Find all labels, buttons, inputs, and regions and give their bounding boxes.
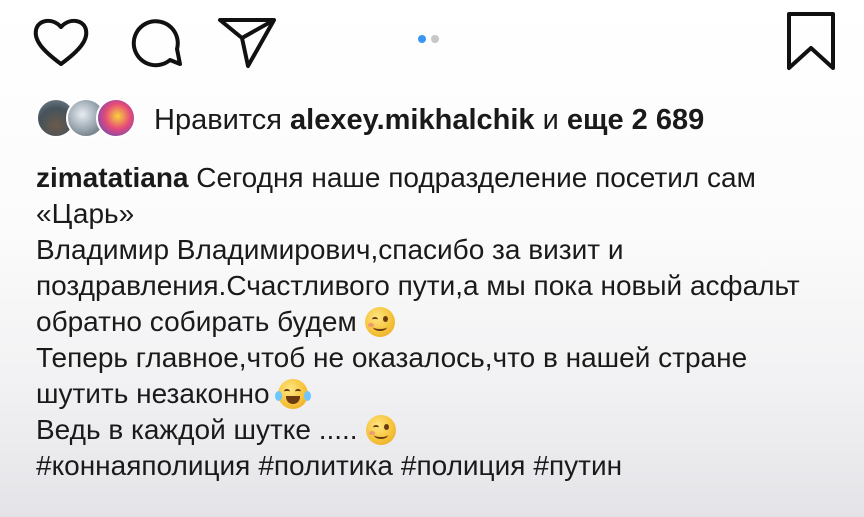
carousel-dot (431, 35, 439, 43)
liker-avatars[interactable] (36, 98, 140, 142)
caption-author[interactable]: zimatatiana (36, 162, 189, 193)
hashtag-link[interactable]: #политика (258, 450, 393, 481)
caption-text: Теперь главное,чтоб не оказалось,что в н… (36, 342, 748, 409)
wink-tongue-emoji (364, 307, 395, 337)
avatar (96, 98, 136, 138)
caption-line: zimatatiana Сегодня наше подразделение п… (36, 160, 842, 232)
hashtag-link[interactable]: #путин (533, 450, 622, 481)
tears-of-joy-emoji (274, 379, 311, 409)
post-caption: zimatatiana Сегодня наше подразделение п… (36, 160, 842, 484)
share-icon[interactable] (214, 12, 280, 70)
likes-prefix: Нравится (154, 104, 282, 136)
likes-count[interactable]: еще 2 689 (567, 104, 704, 136)
heart-icon[interactable] (30, 14, 92, 70)
caption-text: Ведь в каждой шутке ..... (36, 414, 358, 445)
likes-middle: и (542, 104, 559, 136)
hashtag-link[interactable]: #коннаяполиция (36, 450, 250, 481)
carousel-indicator (418, 34, 439, 44)
wink-emoji (365, 415, 396, 445)
comment-icon[interactable] (126, 14, 186, 72)
caption-line: Теперь главное,чтоб не оказалось,что в н… (36, 340, 842, 412)
likes-row: Нравится alexey.mikhalchik и еще 2 689 (36, 96, 836, 146)
caption-text: Владимир Владимирович,спасибо за визит и… (36, 234, 800, 337)
likes-summary[interactable]: Нравится alexey.mikhalchik и еще 2 689 (154, 104, 704, 137)
carousel-dot (418, 35, 426, 43)
caption-line: Ведь в каждой шутке ..... (36, 412, 842, 448)
hashtag-link[interactable]: #полиция (401, 450, 526, 481)
caption-line: Владимир Владимирович,спасибо за визит и… (36, 232, 842, 340)
bookmark-icon[interactable] (784, 10, 838, 72)
hashtags: #коннаяполиция #политика #полиция #путин (36, 448, 842, 484)
liker-username[interactable]: alexey.mikhalchik (290, 104, 535, 136)
